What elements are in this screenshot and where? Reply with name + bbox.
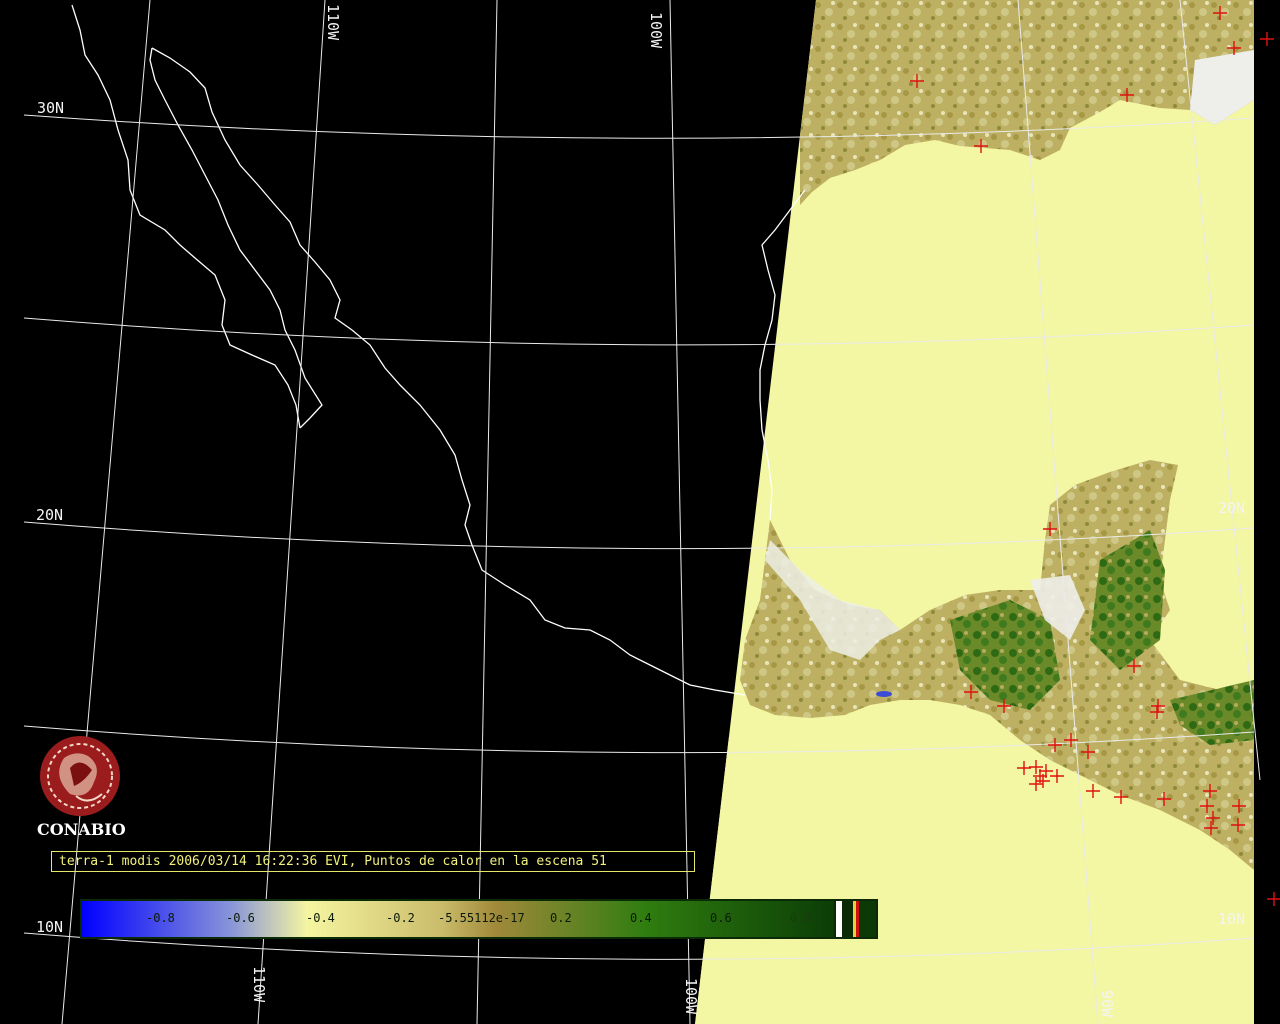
evi-colorbar: -0.8 -0.6 -0.4 -0.2 -5.55112e-17 0.2 0.4 0.6 0.8 bbox=[80, 899, 878, 939]
colorbar-swatch-white bbox=[836, 901, 842, 937]
coastline-outline bbox=[71, 4, 806, 696]
baja-california-east-coast bbox=[149, 47, 323, 429]
colorbar-swatch-black bbox=[842, 901, 852, 937]
label-30n: 30N bbox=[37, 99, 64, 117]
blue-lake bbox=[876, 691, 892, 697]
label-110w-top: 110W bbox=[324, 4, 342, 41]
colorbar-tick-label: -0.4 bbox=[306, 911, 335, 925]
colorbar-tick-label: -5.55112e-17 bbox=[438, 911, 525, 925]
label-100w-top: 100W bbox=[647, 12, 665, 49]
satellite-scene bbox=[695, 0, 1254, 1024]
conabio-logo-text: CONABIO bbox=[37, 820, 126, 839]
label-10n-right: 10N bbox=[1218, 910, 1245, 928]
colorbar-swatch-dark bbox=[859, 901, 876, 937]
label-110w-bottom: 110W bbox=[250, 966, 268, 1003]
colorbar-tick-label: 0.2 bbox=[550, 911, 572, 925]
label-90w-bottom: 90W bbox=[1098, 990, 1116, 1018]
label-20n-left: 20N bbox=[36, 506, 63, 524]
colorbar-swatch-yellow bbox=[853, 901, 856, 937]
colorbar-tick-label: 0.8 bbox=[790, 911, 812, 925]
label-20n-right: 20N bbox=[1218, 499, 1245, 517]
label-10n-left: 10N bbox=[36, 918, 63, 936]
conabio-logo-icon bbox=[40, 736, 120, 816]
colorbar-swatch-red bbox=[856, 901, 859, 937]
colorbar-tick-label: 0.6 bbox=[710, 911, 732, 925]
scene-caption: terra-1 modis 2006/03/14 16:22:36 EVI, P… bbox=[51, 851, 695, 872]
colorbar-tick-label: -0.8 bbox=[146, 911, 175, 925]
colorbar-tick-label: -0.2 bbox=[386, 911, 415, 925]
hotspot-red-plus-icon bbox=[1267, 892, 1280, 906]
hotspot-red-plus-icon bbox=[1260, 32, 1274, 46]
label-100w-bottom: 100W bbox=[682, 978, 700, 1015]
colorbar-tick-label: -0.6 bbox=[226, 911, 255, 925]
colorbar-tick-label: 0.4 bbox=[630, 911, 652, 925]
mainland-pacific-coast bbox=[151, 47, 746, 696]
